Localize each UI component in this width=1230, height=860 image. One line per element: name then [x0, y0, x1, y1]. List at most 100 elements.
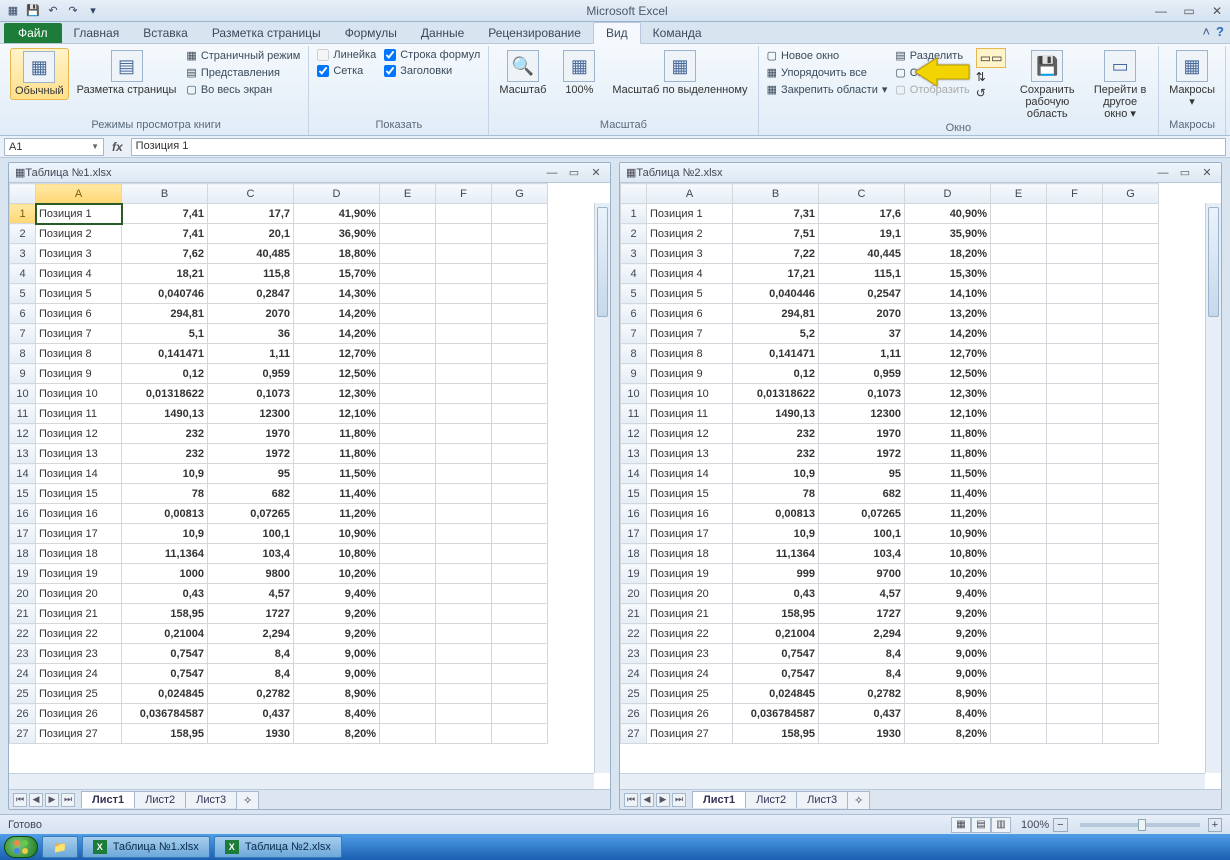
new-sheet-button[interactable]: ✧	[236, 791, 259, 809]
cell[interactable]	[492, 664, 548, 684]
cell[interactable]	[492, 404, 548, 424]
cell[interactable]: 232	[733, 444, 819, 464]
row-header[interactable]: 4	[621, 264, 647, 284]
formulabar-checkbox[interactable]: Строка формул	[382, 48, 482, 62]
cell[interactable]	[1103, 664, 1159, 684]
cell[interactable]	[991, 424, 1047, 444]
cell[interactable]: Позиция 11	[36, 404, 122, 424]
row-header[interactable]: 1	[621, 204, 647, 224]
sync-scroll-icon[interactable]: ⇅	[976, 70, 1007, 84]
cell[interactable]: 1000	[122, 564, 208, 584]
cell[interactable]	[1103, 224, 1159, 244]
cell[interactable]: Позиция 26	[36, 704, 122, 724]
cell[interactable]: 12,70%	[905, 344, 991, 364]
pagebreak-button[interactable]: ▦Страничный режим	[184, 48, 302, 63]
cell[interactable]	[1047, 304, 1103, 324]
cell[interactable]	[380, 364, 436, 384]
cell[interactable]: 95	[208, 464, 294, 484]
cell[interactable]: Позиция 16	[36, 504, 122, 524]
col-header[interactable]: D	[294, 184, 380, 204]
cell[interactable]	[991, 224, 1047, 244]
tab-home[interactable]: Главная	[62, 23, 132, 43]
macros-button[interactable]: ▦Макросы▾	[1165, 48, 1219, 110]
normal-view-shortcut[interactable]: ▦	[951, 817, 971, 833]
cell[interactable]: 11,50%	[294, 464, 380, 484]
zoom-level[interactable]: 100%	[1021, 819, 1049, 831]
cell[interactable]: 8,20%	[905, 724, 991, 744]
cell[interactable]	[436, 424, 492, 444]
cell[interactable]	[492, 704, 548, 724]
fx-icon[interactable]: fx	[108, 140, 127, 154]
taskbar-item-1[interactable]: XТаблица №1.xlsx	[82, 836, 210, 858]
pagelayout-shortcut[interactable]: ▤	[971, 817, 991, 833]
sheet-tab[interactable]: Лист3	[185, 791, 237, 808]
cell[interactable]: Позиция 23	[36, 644, 122, 664]
cell[interactable]	[492, 544, 548, 564]
cell[interactable]: 7,62	[122, 244, 208, 264]
col-header[interactable]: B	[733, 184, 819, 204]
row-header[interactable]: 5	[10, 284, 36, 304]
row-header[interactable]: 11	[10, 404, 36, 424]
cell[interactable]	[1047, 424, 1103, 444]
cell[interactable]: 18,80%	[294, 244, 380, 264]
col-header[interactable]: E	[380, 184, 436, 204]
cell[interactable]: 10,80%	[905, 544, 991, 564]
cell[interactable]	[1103, 584, 1159, 604]
wb-min-icon[interactable]: —	[1155, 166, 1171, 180]
cell[interactable]: 0,141471	[733, 344, 819, 364]
cell[interactable]: 12300	[819, 404, 905, 424]
row-header[interactable]: 17	[621, 524, 647, 544]
cell[interactable]: 103,4	[208, 544, 294, 564]
cell[interactable]	[1103, 304, 1159, 324]
cell[interactable]	[991, 324, 1047, 344]
cell[interactable]: 1,11	[208, 344, 294, 364]
cell[interactable]: 19,1	[819, 224, 905, 244]
cell[interactable]	[492, 584, 548, 604]
horizontal-scrollbar[interactable]	[620, 773, 1205, 789]
cell[interactable]: 11,80%	[294, 424, 380, 444]
cell[interactable]	[380, 644, 436, 664]
cell[interactable]	[436, 544, 492, 564]
cell[interactable]: 13,20%	[905, 304, 991, 324]
cell[interactable]	[1103, 284, 1159, 304]
cell[interactable]: 0,01318622	[122, 384, 208, 404]
cell[interactable]: Позиция 13	[647, 444, 733, 464]
row-header[interactable]: 13	[10, 444, 36, 464]
cell[interactable]	[492, 384, 548, 404]
cell[interactable]	[380, 484, 436, 504]
cell[interactable]: Позиция 23	[647, 644, 733, 664]
cell[interactable]: 10,9	[733, 464, 819, 484]
wb-close-icon[interactable]: ✕	[1199, 166, 1215, 180]
col-header[interactable]: A	[36, 184, 122, 204]
cell[interactable]: 0,1073	[819, 384, 905, 404]
cell[interactable]	[991, 584, 1047, 604]
cell[interactable]: 158,95	[122, 604, 208, 624]
cell[interactable]: Позиция 13	[36, 444, 122, 464]
cell[interactable]	[492, 484, 548, 504]
cell[interactable]: 14,30%	[294, 284, 380, 304]
cell[interactable]: 158,95	[733, 604, 819, 624]
cell[interactable]	[492, 724, 548, 744]
cell[interactable]: 12,30%	[294, 384, 380, 404]
cell[interactable]	[380, 724, 436, 744]
cell[interactable]: 36,90%	[294, 224, 380, 244]
cell[interactable]	[991, 404, 1047, 424]
cell[interactable]	[380, 224, 436, 244]
cell[interactable]: 10,20%	[905, 564, 991, 584]
cell[interactable]: 18,21	[122, 264, 208, 284]
cell[interactable]: 9,00%	[905, 664, 991, 684]
cell[interactable]	[1047, 564, 1103, 584]
cell[interactable]: 0,43	[122, 584, 208, 604]
cell[interactable]	[436, 484, 492, 504]
cell[interactable]: 17,21	[733, 264, 819, 284]
cell[interactable]: 10,9	[122, 524, 208, 544]
cell[interactable]	[991, 564, 1047, 584]
cell[interactable]	[991, 704, 1047, 724]
cell[interactable]	[436, 264, 492, 284]
cell[interactable]	[991, 484, 1047, 504]
cell[interactable]: 0,00813	[733, 504, 819, 524]
cell[interactable]: Позиция 25	[647, 684, 733, 704]
row-header[interactable]: 6	[10, 304, 36, 324]
cell[interactable]	[380, 444, 436, 464]
row-header[interactable]: 7	[621, 324, 647, 344]
